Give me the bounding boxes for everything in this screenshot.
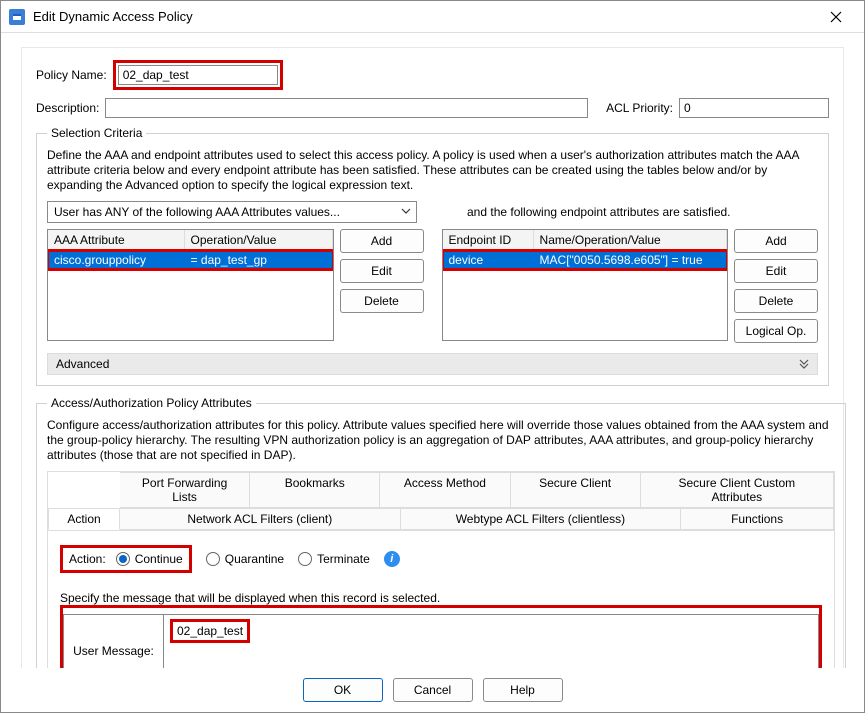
tab-secure-client-custom[interactable]: Secure Client Custom Attributes bbox=[641, 472, 834, 508]
radio-quarantine[interactable]: Quarantine bbox=[206, 552, 284, 566]
cancel-button[interactable]: Cancel bbox=[393, 678, 473, 702]
user-message-value[interactable]: 02_dap_test bbox=[164, 615, 818, 668]
user-message-prompt: Specify the message that will be display… bbox=[60, 591, 822, 605]
radio-quarantine-label: Quarantine bbox=[225, 552, 284, 566]
tab-network-acl[interactable]: Network ACL Filters (client) bbox=[120, 508, 401, 530]
user-message-box: User Message: 02_dap_test bbox=[63, 614, 819, 668]
dialog-footer: OK Cancel Help bbox=[1, 668, 864, 712]
aaa-cell-val: = dap_test_gp bbox=[185, 251, 333, 269]
endpoint-column: Endpoint ID Name/Operation/Value device … bbox=[442, 229, 819, 343]
radio-terminate-label: Terminate bbox=[317, 552, 370, 566]
dialog-window: Edit Dynamic Access Policy Policy Name: … bbox=[0, 0, 865, 713]
description-label: Description: bbox=[36, 101, 99, 115]
description-input[interactable] bbox=[105, 98, 588, 118]
help-button[interactable]: Help bbox=[483, 678, 563, 702]
selection-criteria-legend: Selection Criteria bbox=[47, 126, 146, 140]
action-label: Action: bbox=[69, 552, 106, 566]
access-policy-legend: Access/Authorization Policy Attributes bbox=[47, 396, 256, 410]
ep-add-button[interactable]: Add bbox=[734, 229, 818, 253]
close-button[interactable] bbox=[816, 2, 856, 32]
endpoint-button-column: Add Edit Delete Logical Op. bbox=[734, 229, 818, 343]
access-policy-text: Configure access/authorization attribute… bbox=[47, 418, 835, 463]
criteria-controls-row: User has ANY of the following AAA Attrib… bbox=[47, 201, 818, 223]
ep-logical-op-button[interactable]: Logical Op. bbox=[734, 319, 818, 343]
aaa-cell-attr: cisco.grouppolicy bbox=[48, 251, 185, 269]
aaa-edit-button[interactable]: Edit bbox=[340, 259, 424, 283]
action-highlight: Action: Continue bbox=[60, 545, 192, 573]
advanced-label: Advanced bbox=[56, 357, 109, 371]
aaa-delete-button[interactable]: Delete bbox=[340, 289, 424, 313]
user-message-highlight: User Message: 02_dap_test bbox=[60, 605, 822, 668]
acl-priority-input[interactable] bbox=[679, 98, 829, 118]
policy-name-highlight bbox=[113, 60, 283, 90]
tab-functions[interactable]: Functions bbox=[681, 508, 834, 530]
ep-delete-button[interactable]: Delete bbox=[734, 289, 818, 313]
aaa-button-column: Add Edit Delete bbox=[340, 229, 424, 343]
aaa-add-button[interactable]: Add bbox=[340, 229, 424, 253]
action-radio-row: Action: Continue Quarantine bbox=[60, 545, 822, 573]
aaa-col-operation: Operation/Value bbox=[185, 230, 333, 250]
endpoint-note: and the following endpoint attributes ar… bbox=[467, 205, 731, 219]
dialog-body: Policy Name: Description: ACL Priority: … bbox=[1, 33, 864, 668]
tab-action-body: Action: Continue Quarantine bbox=[47, 530, 835, 668]
policy-name-label: Policy Name: bbox=[36, 68, 107, 82]
radio-dot-icon bbox=[206, 552, 220, 566]
double-chevron-down-icon bbox=[797, 357, 811, 374]
tabs-row-2: Action Network ACL Filters (client) Webt… bbox=[48, 508, 834, 530]
chevron-down-icon bbox=[400, 205, 412, 220]
radio-continue-label: Continue bbox=[135, 552, 183, 566]
selection-criteria-fieldset: Selection Criteria Define the AAA and en… bbox=[36, 126, 829, 386]
radio-dot-icon bbox=[298, 552, 312, 566]
radio-terminate[interactable]: Terminate bbox=[298, 552, 370, 566]
aaa-col-attribute: AAA Attribute bbox=[48, 230, 185, 250]
radio-continue[interactable]: Continue bbox=[116, 552, 183, 566]
radio-dot-icon bbox=[116, 552, 130, 566]
endpoint-table[interactable]: Endpoint ID Name/Operation/Value device … bbox=[442, 229, 729, 341]
close-icon bbox=[830, 11, 842, 23]
user-message-label: User Message: bbox=[64, 615, 164, 668]
endpoint-table-header: Endpoint ID Name/Operation/Value bbox=[443, 230, 728, 251]
ep-col-op: Name/Operation/Value bbox=[534, 230, 727, 250]
tabs-row-1: Port Forwarding Lists Bookmarks Access M… bbox=[48, 472, 834, 508]
aaa-match-dropdown[interactable]: User has ANY of the following AAA Attrib… bbox=[47, 201, 417, 223]
body-inner: Policy Name: Description: ACL Priority: … bbox=[21, 47, 844, 668]
policy-name-input[interactable] bbox=[118, 65, 278, 85]
tabs-container: Port Forwarding Lists Bookmarks Access M… bbox=[47, 471, 835, 530]
access-policy-fieldset: Access/Authorization Policy Attributes C… bbox=[36, 396, 846, 668]
user-message-text: 02_dap_test bbox=[177, 624, 243, 638]
app-icon bbox=[9, 9, 25, 25]
aaa-match-dropdown-value: User has ANY of the following AAA Attrib… bbox=[54, 205, 340, 219]
tab-port-forwarding[interactable]: Port Forwarding Lists bbox=[120, 472, 250, 508]
user-message-text-highlight: 02_dap_test bbox=[170, 619, 250, 643]
dialog-title: Edit Dynamic Access Policy bbox=[33, 9, 816, 24]
aaa-table-header: AAA Attribute Operation/Value bbox=[48, 230, 333, 251]
ep-cell-id: device bbox=[443, 251, 534, 269]
ep-cell-val: MAC["0050.5698.e605"] = true bbox=[534, 251, 727, 269]
tab-secure-client[interactable]: Secure Client bbox=[511, 472, 641, 508]
tab-access-method[interactable]: Access Method bbox=[380, 472, 510, 508]
ep-edit-button[interactable]: Edit bbox=[734, 259, 818, 283]
endpoint-table-row[interactable]: device MAC["0050.5698.e605"] = true bbox=[443, 251, 728, 269]
advanced-toggle[interactable]: Advanced bbox=[47, 353, 818, 375]
ep-col-id: Endpoint ID bbox=[443, 230, 534, 250]
ok-button[interactable]: OK bbox=[303, 678, 383, 702]
info-icon[interactable]: i bbox=[384, 551, 400, 567]
aaa-table[interactable]: AAA Attribute Operation/Value cisco.grou… bbox=[47, 229, 334, 341]
tab-bookmarks[interactable]: Bookmarks bbox=[250, 472, 380, 508]
tab-action[interactable]: Action bbox=[48, 508, 120, 530]
aaa-column: AAA Attribute Operation/Value cisco.grou… bbox=[47, 229, 424, 343]
tab-webtype-acl[interactable]: Webtype ACL Filters (clientless) bbox=[401, 508, 682, 530]
acl-priority-label: ACL Priority: bbox=[606, 101, 673, 115]
criteria-tables: AAA Attribute Operation/Value cisco.grou… bbox=[47, 229, 818, 343]
description-row: Description: ACL Priority: bbox=[36, 98, 829, 118]
policy-name-row: Policy Name: bbox=[36, 60, 829, 90]
selection-criteria-text: Define the AAA and endpoint attributes u… bbox=[47, 148, 818, 193]
aaa-table-row[interactable]: cisco.grouppolicy = dap_test_gp bbox=[48, 251, 333, 269]
titlebar: Edit Dynamic Access Policy bbox=[1, 1, 864, 33]
